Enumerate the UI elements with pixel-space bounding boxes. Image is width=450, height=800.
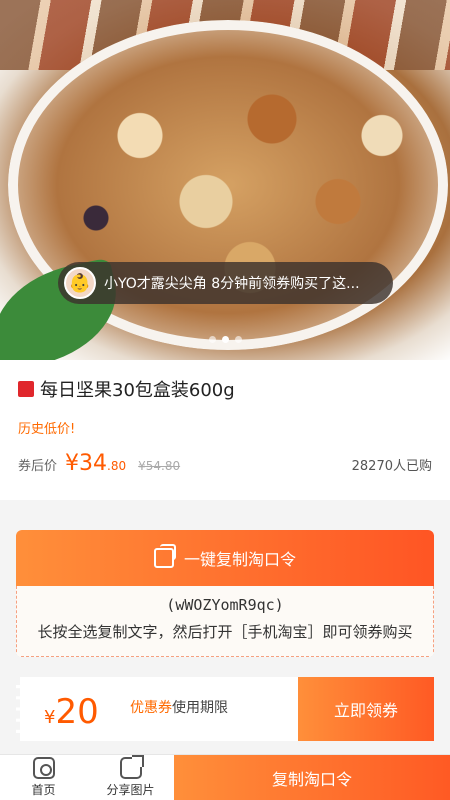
share-icon [119, 755, 144, 779]
copy-taobao-code-bottom-button[interactable]: 复制淘口令 [174, 755, 450, 800]
home-tab[interactable]: 首页 [0, 755, 87, 800]
price-label: 券后价 [18, 459, 58, 474]
bottom-action-bar: 首页 分享图片 复制淘口令 [0, 754, 450, 800]
coupon-amount: ¥20 [20, 677, 130, 741]
product-title-row: 每日坚果30包盒装600g [18, 376, 432, 402]
lowest-price-tag: 历史低价! [18, 422, 76, 437]
product-title: 每日坚果30包盒装600g [40, 380, 235, 401]
user-avatar: 👶 [64, 267, 96, 299]
copy-instructions: 长按全选复制文字，然后打开［手机淘宝］即可领券购买 [37, 623, 413, 641]
claim-coupon-button[interactable]: 立即领券 [298, 677, 434, 741]
tmall-shop-icon [18, 381, 34, 397]
taobao-code-card: 一键复制淘口令 (wWOZYomR9qc) 长按全选复制文字，然后打开［手机淘宝… [16, 530, 434, 657]
coupon-validity-label: 使用期限 [172, 700, 228, 716]
carousel-dot[interactable] [208, 336, 216, 343]
copy-taobao-code-button[interactable]: 一键复制淘口令 [16, 530, 434, 586]
original-price: ¥54.80 [138, 459, 181, 473]
taobao-code[interactable]: (wWOZYomR9qc) [31, 596, 419, 614]
price-decimal: .80 [107, 459, 127, 473]
coupon-validity: 优惠券使用期限 [130, 677, 228, 741]
coupon-currency: ¥ [44, 707, 56, 728]
carousel-dot-active[interactable] [221, 336, 229, 343]
home-tab-label: 首页 [31, 783, 56, 797]
product-info: 每日坚果30包盒装600g 历史低价! 券后价 ¥34.80 ¥54.80 28… [0, 360, 450, 500]
purchase-notification-toast: 👶 小YO才露尖尖角 8分钟前领券购买了这... [58, 262, 393, 304]
price-row: 券后价 ¥34.80 ¥54.80 28270人已购 [18, 451, 432, 476]
coupon-card: ¥20 优惠券使用期限 立即领券 [16, 677, 434, 741]
copy-button-label: 一键复制淘口令 [183, 550, 296, 569]
home-icon [32, 757, 55, 779]
sold-count: 28270人已购 [351, 459, 432, 474]
price-main: ¥34 [65, 451, 108, 476]
product-hero-image[interactable]: 👶 小YO才露尖尖角 8分钟前领券购买了这... [0, 0, 450, 360]
coupon-value: 20 [55, 692, 99, 732]
coupon-price: ¥34.80 [65, 451, 126, 476]
coupon-label: 优惠券 [130, 700, 172, 716]
share-image-tab[interactable]: 分享图片 [87, 755, 174, 800]
carousel-indicator [0, 336, 450, 343]
toast-message: 小YO才露尖尖角 8分钟前领券购买了这... [104, 276, 360, 292]
copy-icon [153, 544, 176, 568]
code-box[interactable]: (wWOZYomR9qc) 长按全选复制文字，然后打开［手机淘宝］即可领券购买 [16, 586, 434, 657]
carousel-dot[interactable] [234, 336, 242, 343]
share-tab-label: 分享图片 [106, 783, 155, 797]
